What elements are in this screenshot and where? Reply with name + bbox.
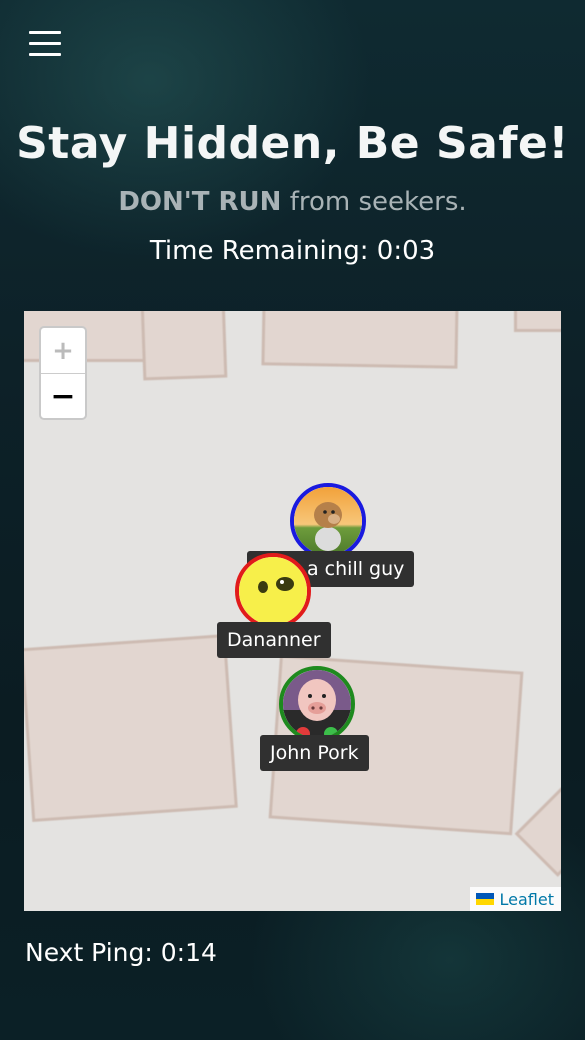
player-marker-dananner[interactable]: [235, 553, 311, 629]
map-building: [140, 311, 228, 381]
map[interactable]: + − a chill guy Dananner John Pork Leafl…: [24, 311, 561, 911]
map-building: [514, 787, 561, 877]
time-remaining: Time Remaining: 0:03: [149, 236, 436, 266]
yellow-face-avatar: [239, 557, 307, 625]
zoom-in-button[interactable]: +: [41, 328, 85, 374]
map-building: [261, 311, 459, 369]
player-marker-chill-guy[interactable]: [290, 483, 366, 559]
player-label-john-pork: John Pork: [260, 735, 369, 771]
next-ping: Next Ping: 0:14: [25, 938, 217, 967]
player-marker-john-pork[interactable]: [279, 666, 355, 742]
pig-avatar: [283, 670, 351, 738]
zoom-out-button[interactable]: −: [41, 374, 85, 418]
subtitle-emphasis: DON'T RUN: [118, 187, 282, 217]
player-label-dananner: Dananner: [217, 622, 331, 658]
map-building: [514, 311, 561, 332]
hamburger-menu-icon[interactable]: [29, 31, 61, 57]
zoom-control: + −: [39, 326, 87, 420]
subtitle: DON'T RUN from seekers.: [0, 187, 585, 217]
leaflet-link[interactable]: Leaflet: [500, 890, 554, 909]
subtitle-text: from seekers.: [289, 187, 467, 217]
chill-guy-avatar: [294, 487, 362, 555]
ukraine-flag-icon: [475, 893, 494, 905]
map-attribution: Leaflet: [469, 887, 561, 911]
map-building: [24, 634, 238, 822]
page-title: Stay Hidden, Be Safe!: [16, 118, 569, 169]
